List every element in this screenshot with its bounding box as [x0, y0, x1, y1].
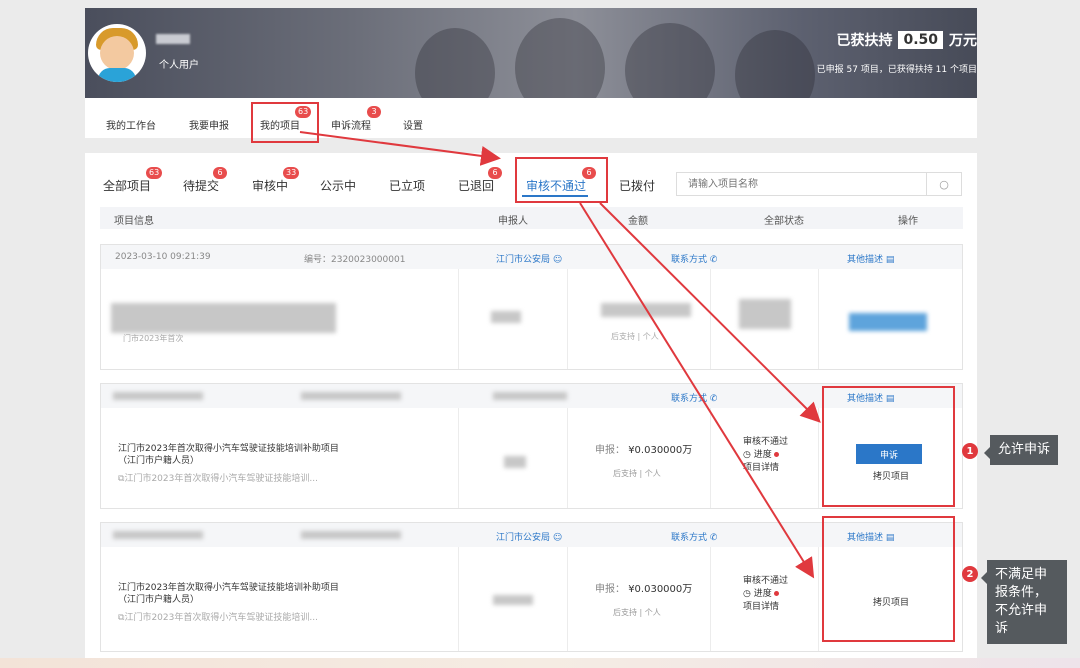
nav-appeal-process[interactable]: 申诉流程 [331, 117, 371, 132]
redacted-status [739, 299, 791, 329]
th-applicant: 申报人 [498, 216, 528, 227]
row-after: 后支持 | 个人 [613, 608, 661, 617]
nav-apply[interactable]: 我要申报 [189, 117, 229, 132]
phone-icon: ✆ [709, 255, 718, 265]
callout-1: 允许申诉 [983, 435, 1059, 465]
search-input[interactable] [686, 173, 930, 195]
clock-icon: ◷ [743, 589, 751, 599]
phone-icon: ✆ [709, 394, 718, 404]
tab-disbursed[interactable]: 已拨付 [619, 177, 655, 194]
redacted-project-info [111, 303, 336, 333]
th-project-info: 项目信息 [114, 216, 154, 227]
user-type: 个人用户 [159, 60, 199, 71]
callout-2: 不满足申报条件，不允许申诉 [981, 560, 1067, 644]
th-actions: 操作 [898, 216, 918, 227]
redacted-applicant [493, 595, 533, 605]
header-banner [85, 8, 977, 98]
tab-reviewing-badge: 33 [283, 167, 300, 179]
row-sub-fragment: 门市2023年首次 [123, 334, 184, 343]
annotation-box-appeal [822, 386, 955, 507]
phone-icon: ✆ [709, 533, 718, 543]
status-rejected: 审核不通过 [743, 576, 789, 586]
project-detail-link[interactable]: 项目详情 [743, 462, 788, 475]
tab-returned[interactable]: 已退回 [458, 177, 494, 194]
row-date: 2023-03-10 09:21:39 [115, 252, 211, 262]
redacted-applicant [491, 311, 521, 323]
row-project-title[interactable]: 江门市2023年首次取得小汽车驾驶证技能培训补助项目（江门市户籍人员） [118, 582, 348, 606]
search-icon: ○ [939, 177, 949, 191]
project-detail-link[interactable]: 项目详情 [743, 601, 788, 614]
avatar[interactable] [88, 24, 146, 82]
message-icon: ☺ [552, 533, 563, 543]
tab-pending-badge: 6 [213, 167, 227, 179]
th-amount: 金额 [628, 216, 648, 227]
support-amount: 0.50 [898, 31, 943, 49]
redacted-applicant [504, 456, 526, 468]
row-contact[interactable]: 联系方式 ✆ [671, 391, 717, 404]
search-button[interactable]: ○ [926, 173, 961, 195]
table-row: 2023-03-10 09:21:39 编号：2320023000001 江门市… [100, 244, 963, 370]
row-amount: 申报： ¥0.030000万 [595, 584, 693, 595]
support-unit: 万元 [949, 33, 977, 49]
username-redacted [156, 34, 190, 44]
annotation-box-rejected-tab [515, 157, 608, 203]
tab-reviewing[interactable]: 审核中 [252, 177, 288, 194]
nav-workbench[interactable]: 我的工作台 [106, 117, 156, 132]
tab-all[interactable]: 全部项目 [103, 177, 151, 194]
redacted-code [301, 531, 401, 539]
redacted-date [113, 531, 203, 539]
th-status: 全部状态 [764, 216, 804, 227]
annotation-box-my-projects [251, 102, 319, 143]
redacted-action-button[interactable] [849, 313, 927, 331]
alert-dot [773, 591, 779, 596]
row-contact[interactable]: 联系方式 ✆ [671, 252, 717, 265]
row-status: 审核不通过 ◷ 进度 项目详情 [743, 436, 788, 475]
nav-settings[interactable]: 设置 [403, 117, 423, 132]
table-header: 项目信息 申报人 金额 全部状态 操作 [100, 207, 963, 229]
row-project-sub: ⧉江门市2023年首次取得小汽车驾驶证技能培训... [118, 613, 318, 623]
row-project-title[interactable]: 江门市2023年首次取得小汽车驾驶证技能培训补助项目（江门市户籍人员） [118, 443, 348, 467]
annotation-box-no-appeal [822, 516, 955, 642]
row-project-sub: ⧉江门市2023年首次取得小汽车驾驶证技能培训... [118, 474, 318, 484]
row-code: 编号：2320023000001 [304, 255, 406, 265]
redacted-date [113, 392, 203, 400]
redacted-code [301, 392, 401, 400]
row-other-desc[interactable]: 其他描述 ▤ [847, 252, 894, 265]
tab-all-badge: 63 [146, 167, 163, 179]
progress-link[interactable]: ◷ 进度 [743, 588, 788, 601]
document-icon: ▤ [885, 255, 895, 265]
row-applicant: 江门市公安局 ☺ [496, 533, 563, 543]
row-after-fragment: 后支持 | 个人 [611, 332, 659, 341]
nav-appeal-badge: 3 [367, 106, 381, 118]
alert-dot [773, 452, 779, 457]
row-status: 审核不通过 ◷ 进度 项目详情 [743, 575, 788, 614]
row-contact[interactable]: 联系方式 ✆ [671, 530, 717, 543]
row-after: 后支持 | 个人 [613, 469, 661, 478]
bottom-strip [0, 658, 1080, 668]
progress-link[interactable]: ◷ 进度 [743, 449, 788, 462]
tab-pending-submit[interactable]: 待提交 [183, 177, 219, 194]
redacted-applicant-head [493, 392, 567, 400]
search-box: ○ [676, 172, 962, 196]
tab-returned-badge: 6 [488, 167, 502, 179]
status-rejected: 审核不通过 [743, 437, 789, 447]
redacted-amount [601, 303, 691, 317]
row-amount: 申报： ¥0.030000万 [595, 445, 693, 456]
clock-icon: ◷ [743, 450, 751, 460]
callout-number-2: 2 [962, 566, 978, 582]
support-label: 已获扶持 [836, 33, 893, 49]
support-summary: 已获扶持 0.50 万元 [836, 30, 977, 50]
support-stats: 已申报 57 项目，已获得扶持 11 个项目 [816, 65, 977, 75]
message-icon: ☺ [552, 255, 563, 265]
row-applicant: 江门市公安局 ☺ [496, 255, 563, 265]
tab-publicizing[interactable]: 公示中 [320, 177, 356, 194]
callout-number-1: 1 [962, 443, 978, 459]
tab-approved[interactable]: 已立项 [389, 177, 425, 194]
